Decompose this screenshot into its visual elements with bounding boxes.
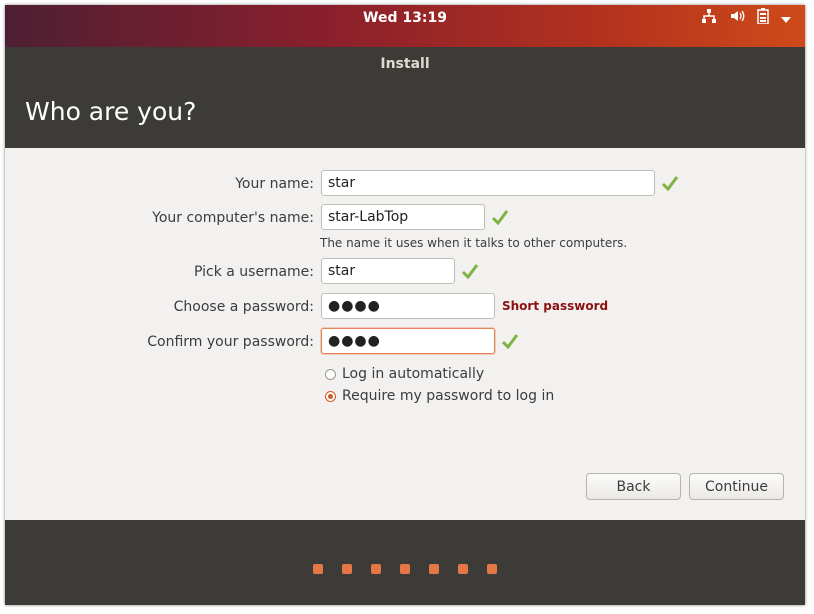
require-password-label: Require my password to log in	[342, 388, 555, 404]
window-title: Install	[380, 56, 430, 72]
page-header: Who are you?	[5, 81, 805, 148]
name-label: Your name:	[235, 176, 314, 192]
name-input[interactable]	[321, 170, 655, 196]
confirm-password-input[interactable]: ●●●●	[321, 328, 495, 354]
confirm-row: Confirm your password: ●●●●	[5, 328, 805, 358]
window-titlebar[interactable]: Install	[5, 47, 805, 81]
password-row: Choose a password: ●●●● Short password	[5, 293, 805, 323]
form-area: Your name: Your computer's name: The nam…	[5, 148, 805, 520]
computer-row: Your computer's name:	[5, 204, 805, 234]
login-auto-radio[interactable]	[325, 368, 336, 380]
computer-name-hint: The name it uses when it talks to other …	[320, 236, 628, 250]
password-strength: Short password	[502, 299, 609, 313]
clock[interactable]: Wed 13:19	[5, 10, 805, 26]
computer-label: Your computer's name:	[152, 210, 314, 226]
system-menu-arrow-icon[interactable]	[781, 9, 791, 28]
continue-button[interactable]: Continue	[689, 473, 784, 500]
name-row: Your name:	[5, 170, 805, 200]
progress-indicator	[5, 564, 805, 574]
confirm-label: Confirm your password:	[147, 334, 314, 350]
progress-step-dot	[400, 564, 410, 574]
password-input[interactable]: ●●●●	[321, 293, 495, 319]
login-auto-option[interactable]: Log in automatically	[325, 364, 484, 384]
progress-step-dot	[458, 564, 468, 574]
progress-footer	[5, 520, 805, 605]
progress-step-dot	[429, 564, 439, 574]
network-icon[interactable]	[701, 8, 717, 28]
progress-step-dot	[342, 564, 352, 574]
require-password-radio[interactable]	[325, 390, 336, 402]
password-label: Choose a password:	[173, 299, 314, 315]
login-auto-label: Log in automatically	[342, 366, 485, 382]
username-input[interactable]	[321, 258, 455, 284]
top-bar: Wed 13:19	[5, 5, 805, 47]
page-title: Who are you?	[25, 97, 197, 126]
require-password-option[interactable]: Require my password to log in	[325, 386, 554, 406]
progress-step-dot	[371, 564, 381, 574]
battery-icon[interactable]	[757, 8, 769, 28]
progress-step-dot	[487, 564, 497, 574]
installer-screen: Wed 13:19 Install Who are you? Your name…	[5, 5, 805, 605]
username-row: Pick a username:	[5, 258, 805, 288]
computer-name-input[interactable]	[321, 204, 485, 230]
back-button[interactable]: Back	[586, 473, 681, 500]
volume-icon[interactable]	[729, 8, 745, 28]
username-label: Pick a username:	[193, 264, 314, 280]
progress-step-dot	[313, 564, 323, 574]
confirm-valid-check-icon	[501, 334, 519, 350]
username-valid-check-icon	[461, 264, 479, 280]
name-valid-check-icon	[661, 176, 679, 192]
computer-valid-check-icon	[491, 210, 509, 226]
system-tray[interactable]	[701, 8, 791, 28]
